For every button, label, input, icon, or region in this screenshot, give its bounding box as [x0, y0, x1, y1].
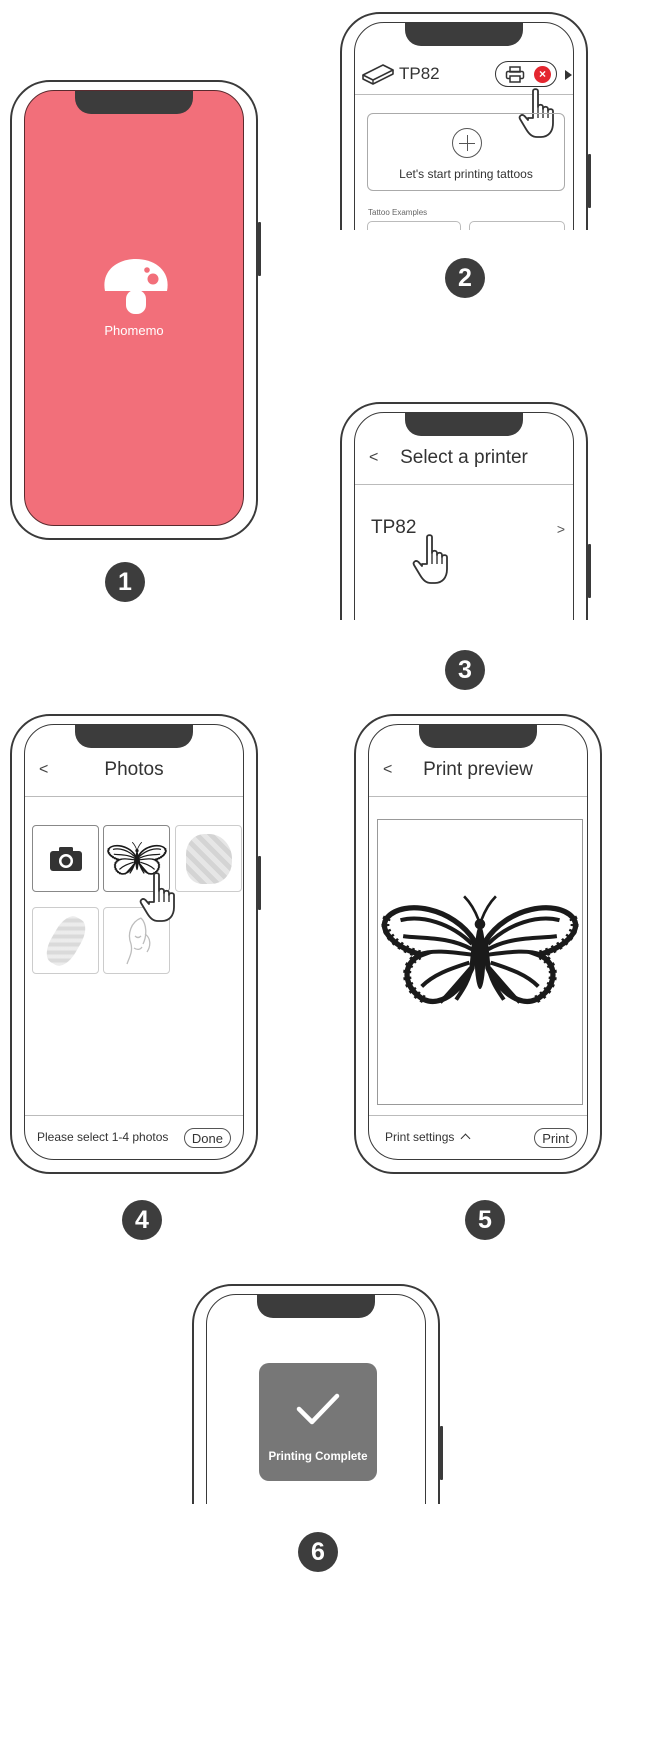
print-settings-button[interactable]: Print settings: [385, 1130, 471, 1144]
step-badge-1: 1: [105, 562, 145, 602]
back-button[interactable]: <: [369, 449, 378, 467]
splash-screen: Phomemo: [24, 90, 244, 526]
start-printing-card[interactable]: Let's start printing tattoos: [367, 113, 565, 191]
photos-footer: Please select 1-4 photos Done: [25, 1115, 243, 1159]
complete-screen: Printing Complete: [206, 1294, 426, 1504]
phone-notch: [405, 413, 523, 436]
example-card[interactable]: [469, 221, 565, 230]
brand-name: Phomemo: [104, 323, 164, 338]
chevron-right-icon: >: [556, 521, 565, 537]
photos-screen: < Photos Please select 1-4 photos Done: [24, 724, 244, 1160]
screen-title: Print preview: [423, 758, 533, 780]
phone-notch: [405, 23, 523, 46]
phone-notch: [75, 91, 193, 114]
camera-icon: [49, 846, 82, 871]
screen6-crop: Printing Complete: [180, 1270, 480, 1504]
phone-frame-5: < Print preview Print settings Print: [354, 714, 602, 1174]
back-button[interactable]: <: [383, 761, 392, 779]
phone-side-button: [258, 856, 261, 910]
complete-message: Printing Complete: [268, 1451, 368, 1463]
phone-frame-6: Printing Complete: [192, 1284, 443, 1504]
step-badge-5: 5: [465, 1200, 505, 1240]
print-button[interactable]: Print: [534, 1128, 577, 1148]
phone-side-button: [440, 1426, 443, 1480]
phone-side-button: [588, 544, 591, 598]
preview-footer: Print settings Print: [369, 1115, 587, 1159]
printer-box-icon: [361, 63, 395, 90]
phone-side-button: [258, 222, 261, 276]
phone-frame-1: Phomemo: [10, 80, 261, 540]
done-button[interactable]: Done: [183, 1128, 231, 1148]
print-settings-label: Print settings: [385, 1130, 455, 1144]
screen-header: < Print preview: [369, 743, 587, 797]
example-card[interactable]: [367, 221, 461, 230]
photo-thumbnail[interactable]: [32, 907, 99, 974]
screen5-crop: < Print preview Print settings Print: [330, 700, 664, 1190]
plus-icon: [452, 128, 482, 158]
print-preview-screen: < Print preview Print settings Print: [368, 724, 588, 1160]
phone-frame-3: < Select a printer TP82 >: [340, 402, 591, 620]
phone-notch: [75, 725, 193, 748]
blurred-photo: [185, 833, 232, 884]
preview-canvas: [377, 819, 583, 1105]
butterfly-icon: [374, 872, 586, 1032]
screen-header: < Select a printer: [355, 431, 573, 485]
connection-pill-button[interactable]: ×: [495, 61, 557, 87]
phone-frame-4: < Photos Please select 1-4 photos Done: [10, 714, 261, 1174]
screen-header: < Photos: [25, 743, 243, 797]
select-hint: Please select 1-4 photos: [37, 1130, 169, 1144]
phone-frame-2: TP82 × Let's start printing tattoos Tatt…: [340, 12, 591, 230]
camera-tile[interactable]: [32, 825, 99, 892]
phone-side-button: [588, 154, 591, 208]
printer-name: TP82: [399, 64, 440, 83]
phone-notch: [257, 1295, 375, 1318]
photo-thumbnail[interactable]: [175, 825, 242, 892]
chevron-up-icon: [460, 1133, 471, 1144]
printer-list-item[interactable]: TP82 >: [355, 509, 573, 549]
screen2-crop: TP82 × Let's start printing tattoos Tatt…: [330, 0, 664, 230]
hand-pointer-icon: [139, 872, 175, 922]
screen-title: Select a printer: [400, 446, 528, 468]
home-screen: TP82 × Let's start printing tattoos Tatt…: [354, 22, 574, 230]
back-button[interactable]: <: [39, 761, 48, 779]
start-printing-label: Let's start printing tattoos: [399, 167, 533, 181]
hand-pointer-icon: [412, 534, 448, 584]
printer-item-name: TP82: [371, 517, 417, 538]
step-badge-4: 4: [122, 1200, 162, 1240]
disconnect-icon[interactable]: ×: [534, 66, 551, 83]
screen-title: Photos: [104, 758, 164, 780]
phone-notch: [419, 725, 537, 748]
blurred-photo: [40, 910, 91, 971]
play-arrow-icon[interactable]: [565, 70, 572, 80]
mushroom-logo-icon: [99, 257, 173, 319]
checkmark-icon: [296, 1393, 340, 1425]
step-badge-3: 3: [445, 650, 485, 690]
printing-complete-toast: Printing Complete: [259, 1363, 377, 1481]
select-printer-screen: < Select a printer TP82 >: [354, 412, 574, 620]
tattoo-examples-label: Tattoo Examples: [368, 208, 428, 217]
printer-icon: [505, 66, 525, 88]
step-badge-2: 2: [445, 258, 485, 298]
step-badge-6: 6: [298, 1532, 338, 1572]
screen3-crop: < Select a printer TP82 >: [330, 390, 664, 620]
